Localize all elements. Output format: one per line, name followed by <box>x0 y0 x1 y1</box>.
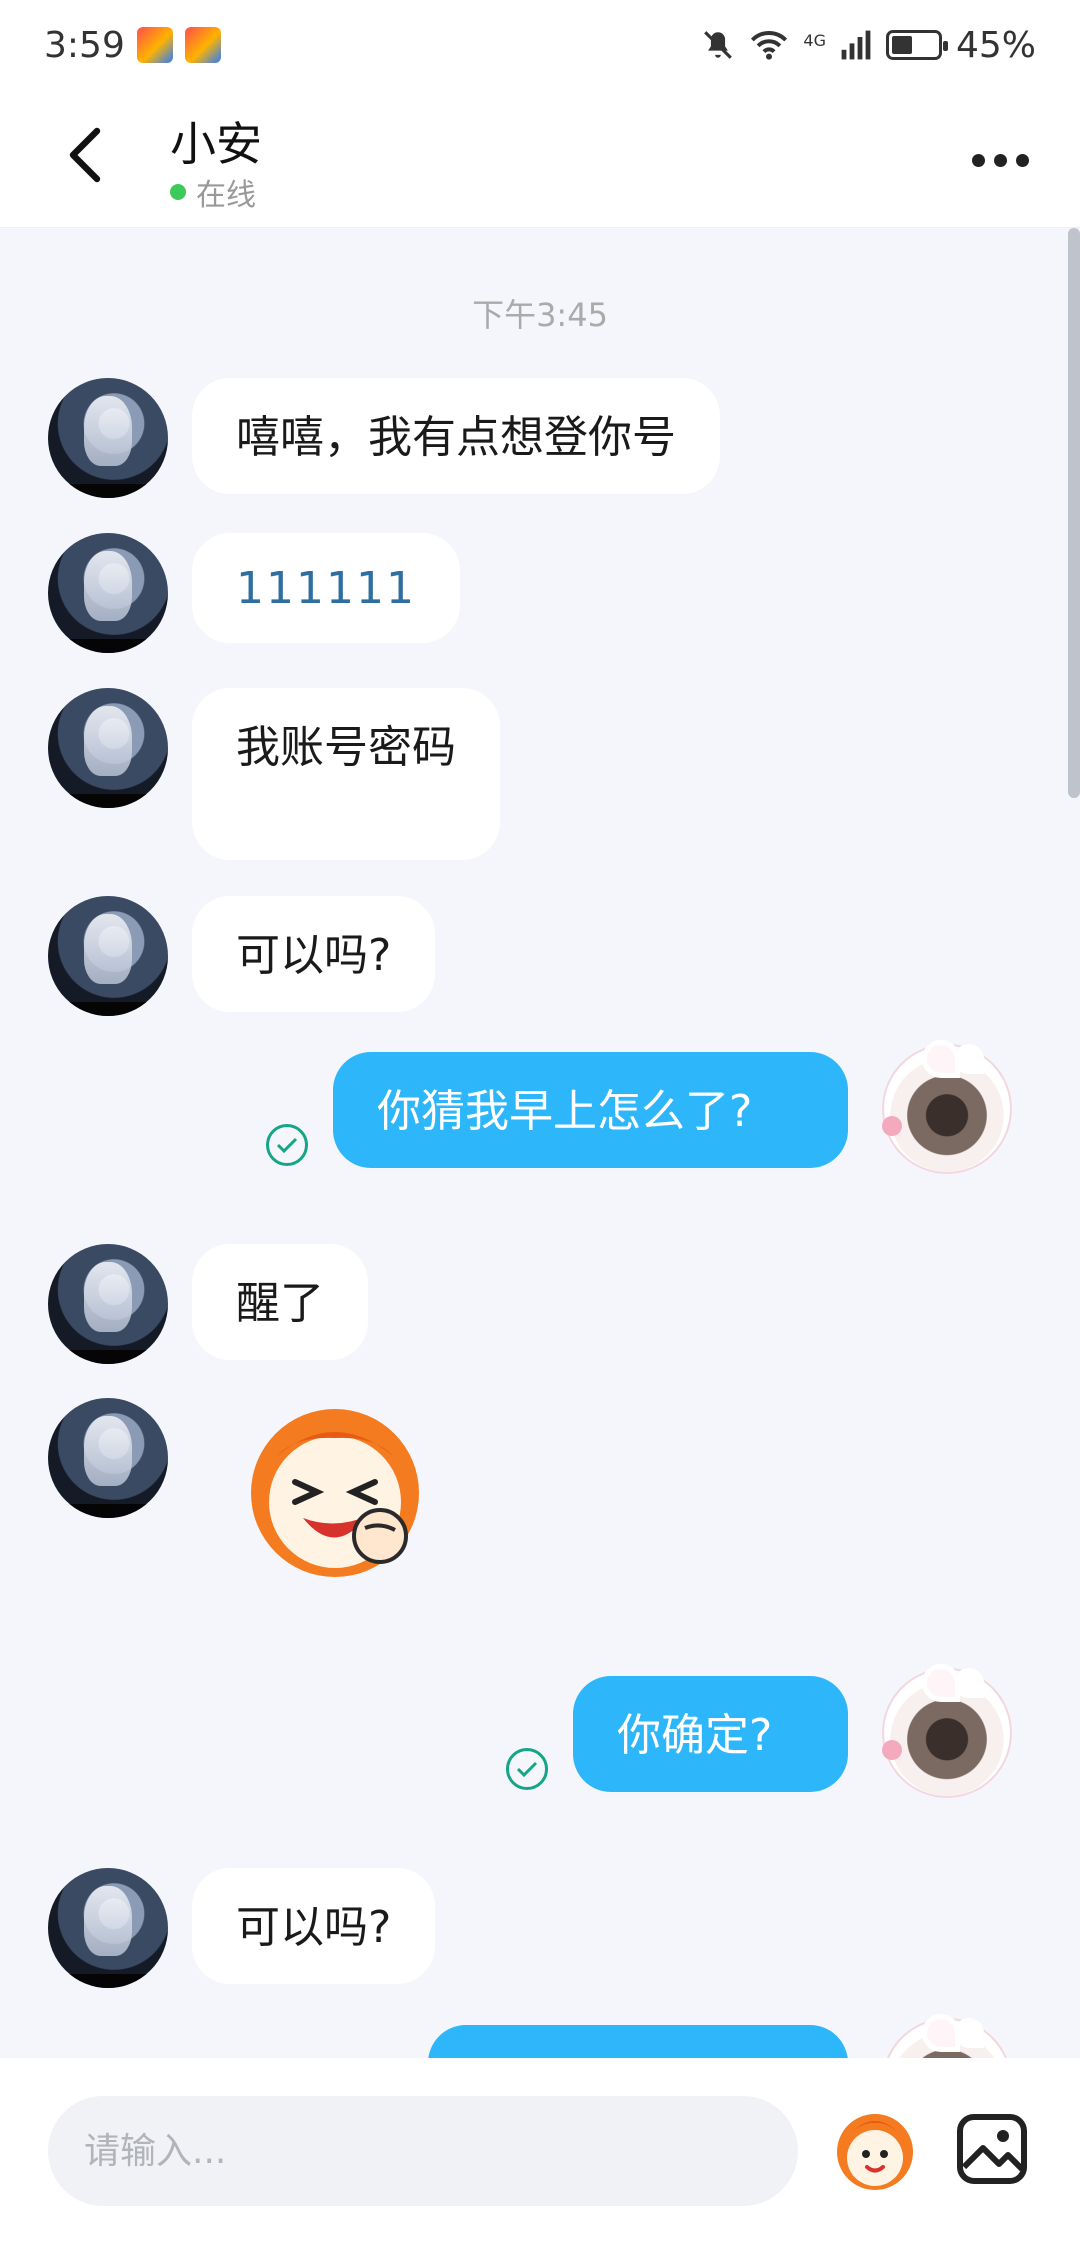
contact-avatar[interactable] <box>48 1398 168 1518</box>
message-link-text[interactable]: 111111 <box>236 563 416 614</box>
contact-avatar[interactable] <box>48 533 168 653</box>
chevron-left-icon <box>69 127 101 183</box>
wifi-icon <box>751 31 788 60</box>
read-check-icon <box>266 1124 308 1166</box>
online-status: 在线 <box>170 170 256 214</box>
online-dot-icon <box>170 184 186 200</box>
message-text: 可以吗? <box>236 1902 392 1953</box>
status-bar: 3:59 4G 45% <box>0 0 1080 90</box>
signal-icon <box>841 30 871 60</box>
contact-name: 小安 <box>170 117 262 171</box>
message-text: 嘻嘻，我有点想登你号 <box>236 412 676 463</box>
more-dot-icon <box>993 153 1007 167</box>
app-badge-icon <box>184 27 221 63</box>
battery-percent: 45% <box>955 24 1036 66</box>
back-button[interactable] <box>50 120 120 190</box>
message-timestamp: 下午3:45 <box>472 296 608 334</box>
image-icon <box>957 2114 1027 2184</box>
message-bubble-outgoing[interactable]: 你确定? <box>573 1676 848 1792</box>
more-options-button[interactable] <box>960 130 1040 190</box>
mute-icon <box>704 31 733 59</box>
laughing-sticker-icon[interactable] <box>225 1398 455 1588</box>
message-bubble-outgoing[interactable] <box>428 2025 848 2058</box>
image-button[interactable] <box>955 2112 1029 2186</box>
read-check-icon <box>506 1748 548 1790</box>
my-avatar[interactable] <box>882 1040 1012 1174</box>
message-bubble-incoming[interactable]: 嘻嘻，我有点想登你号 <box>192 378 720 494</box>
contact-avatar[interactable] <box>48 378 168 498</box>
input-bar <box>0 2058 1080 2244</box>
app-badge-icon <box>136 27 173 63</box>
message-bubble-incoming[interactable]: 我账号密码 <box>192 688 500 860</box>
my-avatar[interactable] <box>882 1664 1012 1798</box>
sticker-button[interactable] <box>830 2106 920 2196</box>
contact-avatar[interactable] <box>48 688 168 808</box>
online-status-label: 在线 <box>196 178 256 213</box>
chat-messages[interactable]: 下午3:45 嘻嘻，我有点想登你号 111111 我账号密码 可以吗? 你猜我早… <box>0 228 1080 2058</box>
sticker-icon <box>837 2114 913 2190</box>
message-text: 可以吗? <box>236 930 392 981</box>
message-text: 我账号密码 <box>236 722 456 773</box>
message-bubble-incoming[interactable]: 醒了 <box>192 1244 368 1360</box>
message-text: 你确定? <box>617 1710 773 1761</box>
chat-header: 小安 在线 <box>0 90 1080 228</box>
message-text: 醒了 <box>236 1278 324 1329</box>
message-bubble-outgoing[interactable]: 你猜我早上怎么了? <box>333 1052 848 1168</box>
message-bubble-incoming[interactable]: 111111 <box>192 533 460 643</box>
message-bubble-incoming[interactable]: 可以吗? <box>192 1868 436 1984</box>
contact-avatar[interactable] <box>48 1244 168 1364</box>
message-bubble-incoming[interactable]: 可以吗? <box>192 896 436 1012</box>
contact-avatar[interactable] <box>48 896 168 1016</box>
more-dot-icon <box>1015 153 1029 167</box>
message-text: 你猜我早上怎么了? <box>377 1086 753 1137</box>
contact-avatar[interactable] <box>48 1868 168 1988</box>
battery-icon <box>885 30 948 60</box>
status-time: 3:59 <box>44 24 125 66</box>
network-type: 4G <box>803 30 826 50</box>
message-input[interactable] <box>48 2096 798 2206</box>
my-avatar[interactable] <box>882 2014 1012 2058</box>
more-dot-icon <box>971 153 985 167</box>
